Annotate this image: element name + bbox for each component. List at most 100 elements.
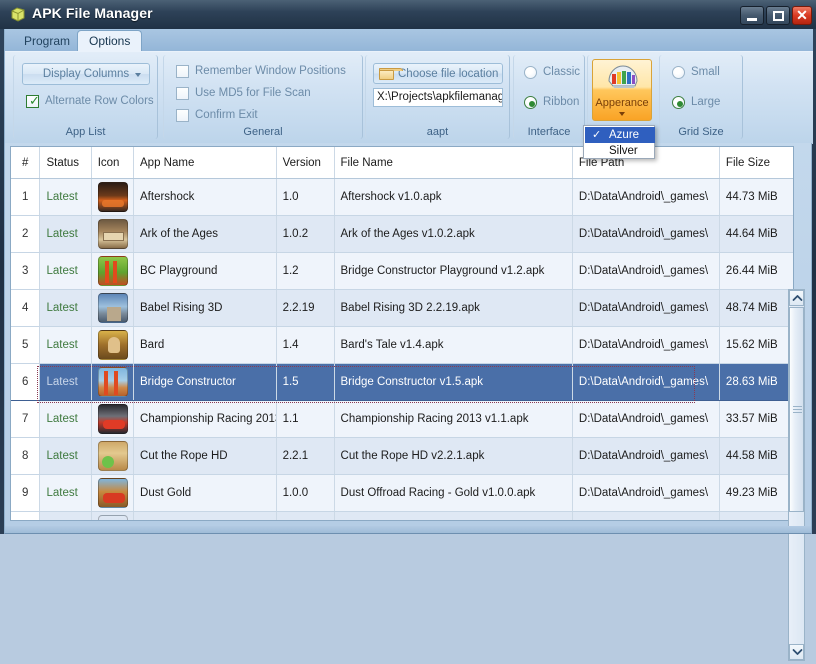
table-row[interactable]: 1 Latest Aftershock 1.0 Aftershock v1.0.… <box>11 178 793 216</box>
table-row[interactable]: 5 Latest Bard 1.4 Bard's Tale v1.4.apk D… <box>11 326 793 364</box>
cell-file-path: D:\Data\Android\_games\ <box>572 437 720 475</box>
col-header-file-name[interactable]: File Name <box>334 147 573 179</box>
app-icon <box>97 330 128 360</box>
menu-item-azure[interactable]: ✓ Azure <box>585 127 655 143</box>
table-row[interactable]: 2 Latest Ark of the Ages 1.0.2 Ark of th… <box>11 215 793 253</box>
cell-file-name: Cut the Rope HD v2.2.1.apk <box>334 437 573 475</box>
table-row[interactable]: 3 Latest BC Playground 1.2 Bridge Constr… <box>11 252 793 290</box>
cell-icon <box>91 252 135 290</box>
checkbox-box <box>176 109 189 122</box>
cell-num: 1 <box>11 178 41 216</box>
app-table: # Status Icon App Name Version File Name… <box>11 147 793 520</box>
checkbox-box <box>176 87 189 100</box>
col-header-app-name[interactable]: App Name <box>133 147 277 179</box>
cell-num <box>11 511 41 520</box>
table-header: # Status Icon App Name Version File Name… <box>11 147 793 179</box>
window-title: APK File Manager <box>32 5 153 21</box>
apperance-dropdown-menu: ✓ Azure Silver <box>583 125 655 159</box>
aapt-path-input[interactable]: X:\Projects\apkfilemanage <box>373 88 503 107</box>
cell-file-name: Bridge Constructor Playground v1.2.apk <box>334 252 573 290</box>
radio-label: Classic <box>543 66 581 78</box>
scroll-up-button[interactable] <box>789 290 804 306</box>
cell-version: 1.0.0 <box>276 474 335 512</box>
cell-app-name: Ark of the Ages <box>133 215 277 253</box>
app-window: APK File Manager ✕ Program Options Displ… <box>0 0 816 661</box>
display-columns-label: Display Columns <box>42 68 130 80</box>
col-header-version[interactable]: Version <box>276 147 335 179</box>
cell-file-name: Bard's Tale v1.4.apk <box>334 326 573 364</box>
menu-item-silver[interactable]: Silver <box>585 143 655 159</box>
cell-file-name <box>334 511 573 520</box>
cell-file-size: 26.44 MiB <box>719 252 793 290</box>
cell-status <box>39 511 92 520</box>
ribbon-tabstrip: Program Options <box>5 29 813 51</box>
radio-circle <box>524 66 537 79</box>
col-header-file-size[interactable]: File Size <box>719 147 793 179</box>
radio-label: Ribbon <box>543 96 580 108</box>
display-columns-button[interactable]: Display Columns <box>22 63 150 85</box>
scrollbar-grip <box>793 405 802 415</box>
minimize-button[interactable] <box>740 6 764 25</box>
title-bar: APK File Manager ✕ <box>0 0 816 29</box>
group-label-general: General <box>243 126 283 138</box>
cell-status: Latest <box>39 474 92 512</box>
app-icon <box>97 256 128 286</box>
cell-file-path: D:\Data\Android\_games\ <box>572 289 720 327</box>
cell-app-name <box>133 511 277 520</box>
cell-num: 8 <box>11 437 41 475</box>
cell-version <box>276 511 335 520</box>
cell-num: 4 <box>11 289 41 327</box>
table-row[interactable]: 7 Latest Championship Racing 2013 1.1 Ch… <box>11 400 793 438</box>
cell-file-size <box>719 511 793 520</box>
cell-status: Latest <box>39 289 92 327</box>
col-header-icon[interactable]: Icon <box>91 147 135 179</box>
cell-status: Latest <box>39 437 92 475</box>
close-button[interactable]: ✕ <box>792 6 812 25</box>
radio-circle <box>524 96 537 109</box>
scrollbar-thumb[interactable] <box>789 307 804 512</box>
table-body: 1 Latest Aftershock 1.0 Aftershock v1.0.… <box>11 178 793 520</box>
choose-file-location-button[interactable]: Choose file location <box>373 63 503 84</box>
radio-label: Small <box>691 66 720 78</box>
folder-icon <box>379 68 403 80</box>
app-icon <box>97 441 128 471</box>
ribbon: Program Options Display Columns ✓ Altern… <box>4 29 813 144</box>
cell-file-size: 44.58 MiB <box>719 437 793 475</box>
scroll-down-button[interactable] <box>789 644 804 660</box>
checkbox-box: ✓ <box>26 94 40 108</box>
col-header-status[interactable]: Status <box>39 147 92 179</box>
cell-icon <box>91 474 135 512</box>
status-bar <box>4 526 812 534</box>
table-row[interactable]: 9 Latest Dust Gold 1.0.0 Dust Offroad Ra… <box>11 474 793 512</box>
apperance-button[interactable]: Apperance <box>592 59 652 121</box>
cell-app-name: Babel Rising 3D <box>133 289 277 327</box>
tab-options[interactable]: Options <box>77 30 143 51</box>
cell-version: 1.5 <box>276 363 335 401</box>
table-row-partial[interactable] <box>11 511 793 520</box>
minimize-icon <box>747 18 757 21</box>
cell-num: 9 <box>11 474 41 512</box>
maximize-button[interactable] <box>766 6 790 25</box>
table-row[interactable]: 4 Latest Babel Rising 3D 2.2.19 Babel Ri… <box>11 289 793 327</box>
cell-version: 2.2.19 <box>276 289 335 327</box>
table-row[interactable]: 8 Latest Cut the Rope HD 2.2.1 Cut the R… <box>11 437 793 475</box>
cell-file-size: 44.64 MiB <box>719 215 793 253</box>
cell-file-name: Dust Offroad Racing - Gold v1.0.0.apk <box>334 474 573 512</box>
table-row-selected[interactable]: 6 Latest Bridge Constructor 1.5 Bridge C… <box>11 363 793 401</box>
col-header-num[interactable]: # <box>11 147 41 179</box>
cell-num: 7 <box>11 400 41 438</box>
cell-file-size: 28.63 MiB <box>719 363 793 401</box>
radio-dot <box>676 100 683 107</box>
cell-file-path: D:\Data\Android\_games\ <box>572 178 720 216</box>
cell-icon <box>91 178 135 216</box>
radio-circle <box>672 96 685 109</box>
radio-dot <box>528 100 535 107</box>
vertical-scrollbar[interactable] <box>788 289 805 661</box>
cell-status: Latest <box>39 363 92 401</box>
cell-icon <box>91 363 135 401</box>
package-icon <box>10 7 26 22</box>
cell-status: Latest <box>39 215 92 253</box>
cell-file-size: 49.23 MiB <box>719 474 793 512</box>
tab-program[interactable]: Program <box>13 31 81 51</box>
maximize-icon <box>773 11 784 21</box>
